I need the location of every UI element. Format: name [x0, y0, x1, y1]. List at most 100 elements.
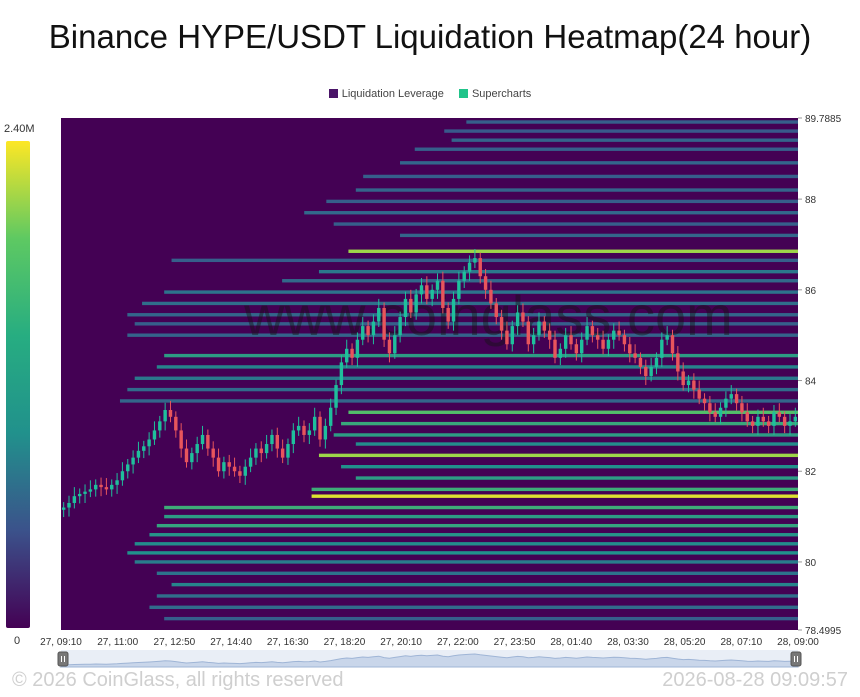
- candle-body: [521, 312, 525, 322]
- candle-body: [761, 416, 765, 422]
- x-tick-label: 27, 16:30: [267, 637, 309, 648]
- candle-body: [280, 448, 285, 458]
- candle-body: [782, 416, 787, 426]
- candle-body: [168, 410, 173, 417]
- candle-body: [83, 491, 87, 494]
- liquidation-band: [311, 494, 798, 498]
- candle-body: [152, 430, 157, 440]
- candle-body: [446, 307, 450, 322]
- candle-body: [713, 412, 717, 417]
- liquidation-band: [333, 433, 798, 437]
- timestamp-text: 2026-08-28 09:09:57: [662, 669, 848, 691]
- navigator-handle-right[interactable]: [790, 651, 802, 667]
- candle-body: [515, 312, 520, 327]
- candle-body: [451, 298, 456, 322]
- candle-body: [734, 394, 739, 404]
- candle-body: [499, 317, 504, 331]
- candle-body: [478, 258, 482, 277]
- candle-body: [275, 434, 280, 449]
- candle-body: [200, 434, 205, 445]
- candle-body: [617, 330, 621, 336]
- candle-body: [638, 357, 643, 367]
- liquidation-band: [341, 421, 798, 426]
- liquidation-band: [363, 174, 798, 179]
- candle-body: [729, 394, 733, 399]
- candle-body: [697, 389, 701, 399]
- candle-body: [126, 464, 130, 472]
- candle-body: [542, 321, 547, 331]
- candle-body: [777, 412, 782, 417]
- candle-body: [681, 371, 685, 386]
- liquidation-band: [156, 571, 798, 575]
- candle-body: [745, 412, 749, 422]
- candle-body: [702, 398, 707, 404]
- liquidation-band: [348, 249, 798, 253]
- candle-body: [467, 262, 472, 272]
- candle-body: [601, 339, 605, 349]
- candle-body: [211, 448, 215, 458]
- liquidation-band: [156, 594, 798, 598]
- candle-body: [248, 457, 253, 467]
- candle-body: [579, 339, 584, 354]
- liquidation-band: [348, 410, 798, 414]
- candle-body: [350, 348, 354, 358]
- x-tick-label: 27, 12:50: [154, 637, 196, 648]
- candle-body: [654, 357, 659, 367]
- liquidation-band: [341, 465, 798, 469]
- liquidation-band: [318, 453, 798, 458]
- liquidation-band: [149, 533, 798, 537]
- candle-body: [563, 335, 568, 349]
- candle-body: [243, 466, 247, 476]
- liquidation-band: [171, 582, 799, 587]
- candle-body: [665, 335, 669, 340]
- candle-body: [238, 471, 242, 476]
- candle-body: [505, 330, 509, 345]
- candle-body: [312, 416, 317, 431]
- candle-body: [649, 366, 653, 376]
- candle-body: [553, 339, 557, 358]
- navigator-handle-left[interactable]: [57, 651, 69, 667]
- candle-body: [398, 317, 402, 336]
- candle-body: [270, 434, 274, 445]
- liquidation-band: [119, 399, 798, 403]
- liquidation-band: [127, 551, 798, 555]
- candle-body: [110, 484, 114, 490]
- candle-body: [409, 298, 413, 313]
- candle-body: [676, 353, 680, 372]
- candle-body: [131, 457, 135, 465]
- liquidation-band: [304, 211, 798, 215]
- candle-body: [558, 348, 563, 358]
- candle-body: [227, 462, 231, 467]
- candle-body: [291, 430, 296, 445]
- x-tick-label: 28, 07:10: [720, 637, 762, 648]
- liquidation-band: [355, 188, 798, 192]
- liquidation-band: [156, 365, 798, 369]
- y-tick-label: 78.4995: [805, 626, 842, 637]
- liquidation-band: [282, 279, 799, 283]
- x-tick-label: 27, 20:10: [380, 637, 422, 648]
- y-tick-label: 84: [805, 377, 817, 388]
- liquidation-band: [355, 476, 798, 480]
- liquidation-band: [127, 387, 798, 392]
- candle-body: [628, 344, 632, 354]
- liquidation-band: [164, 505, 798, 510]
- liquidation-band: [171, 258, 799, 263]
- liquidation-band: [149, 605, 798, 610]
- candle-body: [435, 280, 440, 290]
- candle-body: [206, 434, 210, 449]
- liquidation-band: [400, 161, 798, 165]
- candle-body: [526, 321, 531, 345]
- candle-body: [633, 353, 637, 358]
- candle-body: [264, 444, 269, 454]
- candle-body: [296, 425, 301, 431]
- x-tick-label: 27, 14:40: [210, 637, 252, 648]
- candle-body: [419, 285, 424, 295]
- heatmap-chart[interactable]: www.coinglass.com 89.7885 88 86 84 82 80 78.49…: [0, 0, 860, 697]
- candle-body: [756, 416, 760, 426]
- candle-body: [414, 294, 418, 313]
- candle-body: [371, 321, 376, 336]
- candle-body: [339, 362, 344, 386]
- y-tick-label: 80: [805, 558, 817, 569]
- y-tick-label: 88: [805, 195, 817, 206]
- liquidation-band: [156, 523, 798, 528]
